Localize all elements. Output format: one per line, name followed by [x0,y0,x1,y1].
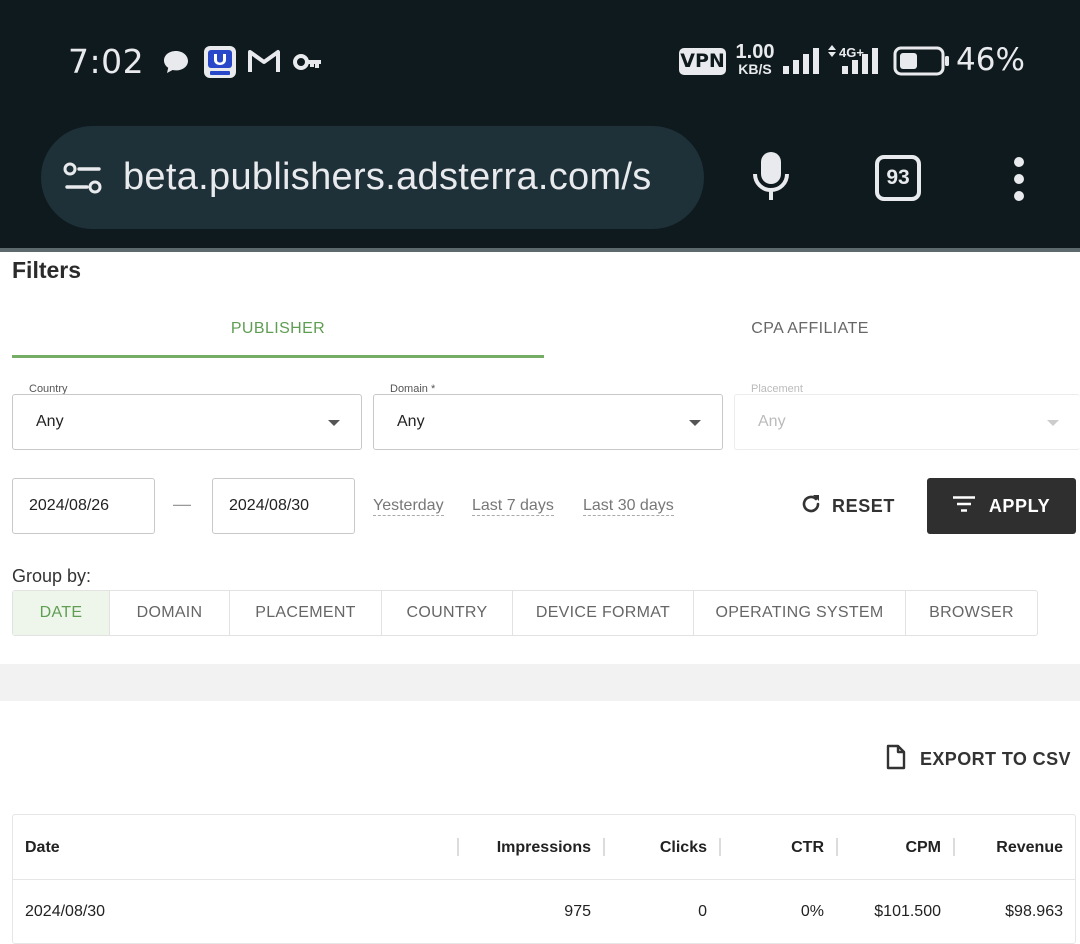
cell-date: 2024/08/30 [25,903,106,920]
section-divider [0,664,1080,701]
quick-range-yesterday[interactable]: Yesterday [373,496,444,516]
date-to-input[interactable]: 2024/08/30 [212,478,355,534]
country-value: Any [36,413,64,430]
group-by-device-format[interactable]: DEVICE FORMAT [513,591,694,635]
chevron-down-icon [328,420,340,426]
site-settings-icon[interactable] [63,162,103,199]
group-by-browser[interactable]: BROWSER [906,591,1037,635]
cellular-signal-icon: 4G+ [828,44,882,81]
column-resize-handle[interactable] [457,838,459,856]
reset-label: RESET [832,495,896,516]
column-header-cpm[interactable]: CPM [905,839,941,857]
battery-icon [893,46,951,81]
domain-value: Any [397,413,425,430]
battery-percent: 46% [956,42,1025,78]
file-icon [886,744,906,775]
apply-button[interactable]: APPLY [927,478,1076,534]
active-tab-indicator [12,355,544,358]
key-icon [293,52,323,77]
vpn-badge: VPN [679,48,726,75]
chevron-down-icon [1047,420,1059,426]
browser-toolbar: beta.publishers.adsterra.com/s 93 [0,122,1080,250]
filters-title: Filters [12,257,82,283]
cell-ctr: 0% [800,903,824,920]
group-by-segmented-control: DATE DOMAIN PLACEMENT COUNTRY DEVICE FOR… [12,590,1038,636]
chat-bubble-icon [162,48,190,81]
column-resize-handle[interactable] [836,838,838,856]
toolbar-divider [0,248,1080,252]
export-csv-label: EXPORT TO CSV [920,749,1071,769]
group-by-date[interactable]: DATE [13,591,110,635]
cell-cpm: $101.500 [874,903,941,920]
microphone-icon[interactable] [752,152,790,207]
group-by-country[interactable]: COUNTRY [382,591,513,635]
wifi-signal-icon [783,48,821,79]
status-time: 7:02 [68,42,145,81]
table-header: Date Impressions Clicks CTR CPM Revenue [13,815,1075,880]
column-header-clicks[interactable]: Clicks [660,839,707,857]
status-bar: 7:02 VPN 1.00 KB/S 4G+ 46% [0,0,1080,122]
placement-value: Any [758,413,786,430]
column-header-ctr[interactable]: CTR [791,839,824,857]
tab-switcher-button[interactable]: 93 [875,155,921,201]
cell-revenue: $98.963 [1005,903,1063,920]
filter-icon [952,495,975,517]
column-resize-handle[interactable] [953,838,955,856]
url-text[interactable]: beta.publishers.adsterra.com/s [123,156,683,199]
group-by-domain[interactable]: DOMAIN [110,591,230,635]
network-speed-value: 1.00 [735,41,775,63]
column-header-date[interactable]: Date [25,839,60,857]
placement-select: Any [734,394,1080,450]
date-from-input[interactable]: 2024/08/26 [12,478,155,534]
group-by-label: Group by: [12,566,92,586]
stats-table: Date Impressions Clicks CTR CPM Revenue … [12,814,1076,944]
gmail-icon [248,48,280,79]
export-csv-button[interactable]: EXPORT TO CSV [886,744,1071,775]
tab-cpa-affiliate[interactable]: CPA AFFILIATE [544,320,1076,338]
cell-impressions: 975 [564,903,591,920]
column-resize-handle[interactable] [603,838,605,856]
country-select[interactable]: Any [12,394,362,450]
quick-range-last-30-days[interactable]: Last 30 days [583,496,674,516]
address-bar[interactable]: beta.publishers.adsterra.com/s [41,126,704,229]
date-range-separator: — [173,494,191,514]
overflow-menu-icon[interactable] [1010,156,1028,207]
group-by-placement[interactable]: PLACEMENT [230,591,382,635]
apply-label: APPLY [988,495,1051,516]
network-type: 4G+ [839,45,864,60]
column-header-revenue[interactable]: Revenue [996,839,1063,857]
chevron-down-icon [689,420,701,426]
cell-clicks: 0 [698,903,707,920]
tab-publisher[interactable]: PUBLISHER [12,320,544,338]
app-badge-icon [204,46,236,83]
reset-button[interactable]: RESET [800,490,895,522]
network-speed: 1.00 KB/S [734,41,776,78]
date-from-value: 2024/08/26 [29,497,110,514]
column-resize-handle[interactable] [719,838,721,856]
network-speed-unit: KB/S [738,61,772,77]
quick-range-last-7-days[interactable]: Last 7 days [472,496,554,516]
column-header-impressions[interactable]: Impressions [497,839,591,857]
group-by-operating-system[interactable]: OPERATING SYSTEM [694,591,906,635]
refresh-icon [800,493,822,520]
date-to-value: 2024/08/30 [229,497,310,514]
domain-select[interactable]: Any [373,394,723,450]
